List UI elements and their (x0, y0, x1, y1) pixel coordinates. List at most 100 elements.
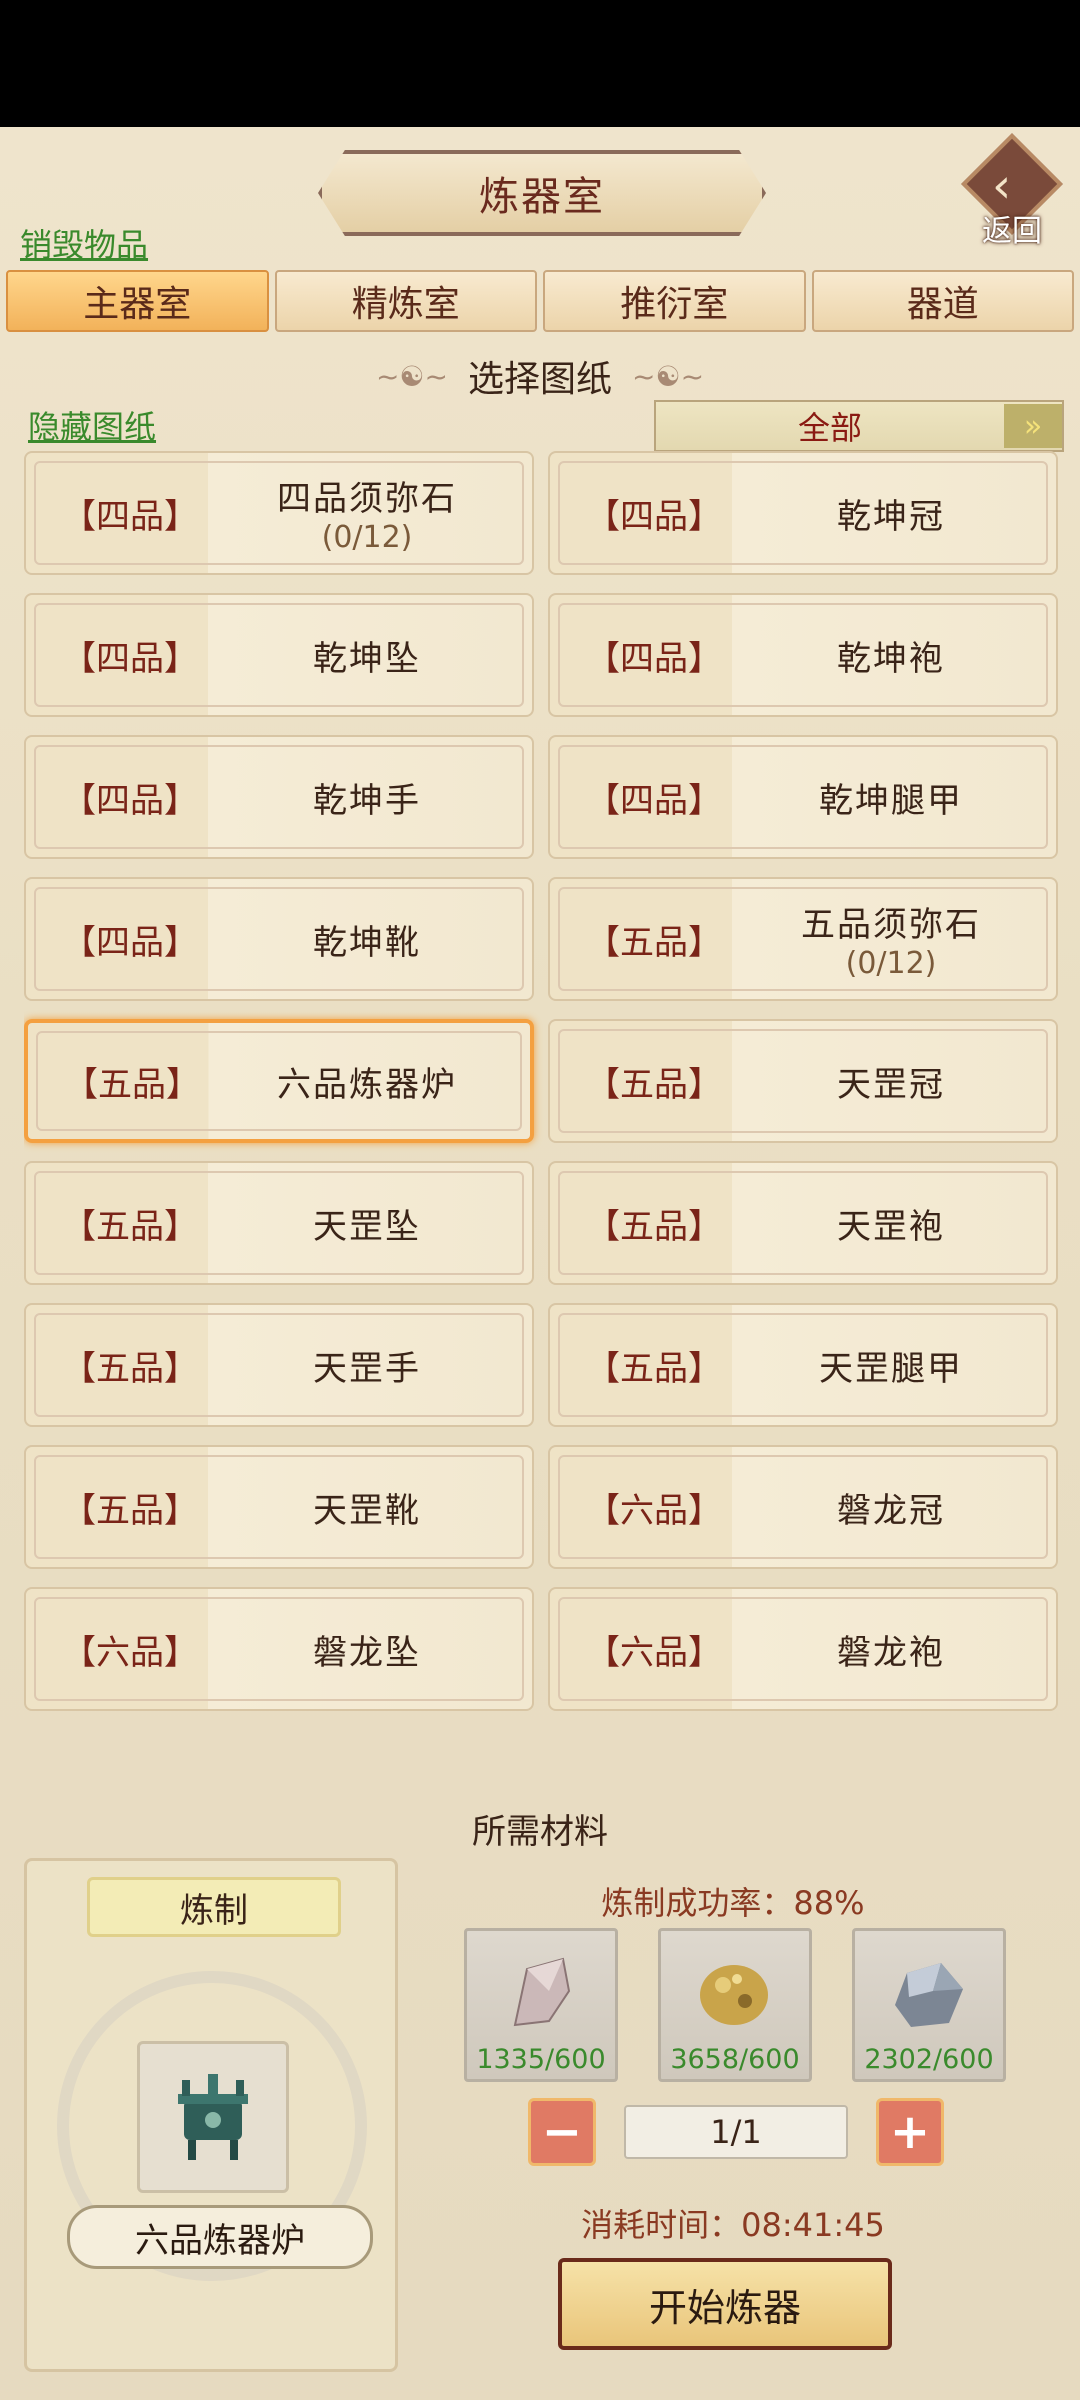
blueprint-name-block: 天罡腿甲 (736, 1305, 1046, 1425)
blueprint-name: 五品须弥石 (801, 905, 981, 945)
blueprint-grade: 【四品】 (62, 780, 198, 821)
cauldron-icon (178, 2074, 248, 2160)
blueprint-name-block: 磐龙冠 (736, 1447, 1046, 1567)
start-refining-button[interactable]: 开始炼器 (558, 2258, 892, 2350)
blueprint-grade: 【五品】 (586, 1064, 722, 1105)
pink-crystal-icon (513, 1957, 571, 2027)
blueprint-card[interactable]: 【五品】 天罡袍 (548, 1161, 1058, 1285)
blueprint-grid[interactable]: 【四品】 四品须弥石 (0/12) 【四品】 乾坤冠 【四品】 乾坤坠 【四品】 乾坤袍 【四品】… (24, 451, 1060, 1771)
blueprint-name: 天罡坠 (313, 1206, 421, 1247)
blueprint-grade: 【五品】 (586, 1206, 722, 1247)
blueprint-name: 磐龙坠 (313, 1632, 421, 1673)
blueprint-section-header: ~☯~ 选择图纸 ~☯~ (0, 348, 1080, 404)
craft-control-panel: 炼制成功率：88% 1335/600 3658/600 2302/600 − 1… (408, 1858, 1058, 2372)
blueprint-grade: 【六品】 (586, 1490, 722, 1531)
decrease-button[interactable]: − (528, 2098, 596, 2166)
blueprint-grade: 【四品】 (62, 496, 198, 537)
quantity-value: 1/1 (624, 2105, 848, 2159)
blueprint-card[interactable]: 【六品】 磐龙袍 (548, 1587, 1058, 1711)
blueprint-name: 乾坤腿甲 (819, 780, 963, 821)
tab-artifact-dao[interactable]: 器道 (811, 270, 1074, 332)
blueprint-card[interactable]: 【四品】 乾坤靴 (24, 877, 534, 1001)
blueprint-card[interactable]: 【五品】 六品炼器炉 (24, 1019, 534, 1143)
blueprint-card[interactable]: 【六品】 磐龙坠 (24, 1587, 534, 1711)
blueprint-name: 天罡袍 (837, 1206, 945, 1247)
blueprint-name: 乾坤袍 (837, 638, 945, 679)
blueprint-name: 天罡腿甲 (819, 1348, 963, 1389)
blueprint-name: 天罡手 (313, 1348, 421, 1389)
blueprint-grade: 【四品】 (586, 638, 722, 679)
blueprint-section-title: 选择图纸 (467, 359, 612, 400)
blueprint-grade: 【五品】 (62, 1490, 198, 1531)
blueprint-name-block: 天罡袍 (736, 1163, 1046, 1283)
material-slot[interactable]: 3658/600 (658, 1928, 812, 2082)
material-slot[interactable]: 2302/600 (852, 1928, 1006, 2082)
blueprint-card[interactable]: 【四品】 乾坤袍 (548, 593, 1058, 717)
destroy-items-link[interactable]: 销毁物品 (20, 220, 148, 266)
blueprint-grade: 【五品】 (64, 1064, 200, 1105)
blueprint-name-block: 磐龙袍 (736, 1589, 1046, 1709)
blueprint-name: 磐龙冠 (837, 1490, 945, 1531)
blueprint-grade: 【五品】 (586, 922, 722, 963)
tab-bar: 主器室 精炼室 推衍室 器道 (6, 270, 1074, 332)
material-qty: 2302/600 (864, 2044, 994, 2075)
blueprint-name-block: 乾坤手 (212, 737, 522, 857)
blueprint-card[interactable]: 【四品】 四品须弥石 (0/12) (24, 451, 534, 575)
blueprint-grade: 【五品】 (62, 1206, 198, 1247)
blueprint-card[interactable]: 【四品】 乾坤坠 (24, 593, 534, 717)
blueprint-name-block: 天罡靴 (212, 1447, 522, 1567)
craft-time: 消耗时间：08:41:45 (581, 2206, 885, 2244)
blueprint-name: 天罡靴 (313, 1490, 421, 1531)
materials-section-header: 所需材料 (0, 1800, 1080, 1856)
yin-yang-icon: ~☯~ (375, 359, 448, 393)
blueprint-name: 乾坤坠 (313, 638, 421, 679)
blueprint-grade: 【四品】 (586, 496, 722, 537)
blueprint-card[interactable]: 【五品】 天罡手 (24, 1303, 534, 1427)
blueprint-card[interactable]: 【五品】 天罡冠 (548, 1019, 1058, 1143)
hide-blueprints-link[interactable]: 隐藏图纸 (28, 402, 156, 448)
blueprint-card[interactable]: 【四品】 乾坤手 (24, 735, 534, 859)
blueprint-card[interactable]: 【六品】 磐龙冠 (548, 1445, 1058, 1569)
gold-ore-icon (700, 1965, 768, 2025)
tab-derive-room[interactable]: 推衍室 (543, 270, 806, 332)
quantity-stepper: − 1/1 + (528, 2098, 944, 2166)
blueprint-card[interactable]: 【四品】 乾坤腿甲 (548, 735, 1058, 859)
material-slot[interactable]: 1335/600 (464, 1928, 618, 2082)
blueprint-name-block: 天罡冠 (736, 1021, 1046, 1141)
blueprint-grade: 【五品】 (62, 1348, 198, 1389)
tab-main-room[interactable]: 主器室 (6, 270, 269, 332)
material-qty: 1335/600 (476, 2044, 606, 2075)
title-plaque: 炼器室 (318, 150, 766, 236)
materials-section-title: 所需材料 (472, 1811, 608, 1852)
blueprint-name-block: 磐龙坠 (212, 1589, 522, 1709)
increase-button[interactable]: + (876, 2098, 944, 2166)
craft-target-panel: 炼制 六品炼器炉 (24, 1858, 398, 2372)
blueprint-name-block: 乾坤腿甲 (736, 737, 1046, 857)
blueprint-name-block: 天罡坠 (212, 1163, 522, 1283)
blueprint-count: (0/12) (321, 520, 413, 555)
blueprint-name-block: 乾坤冠 (736, 453, 1046, 573)
back-button[interactable]: ‹ 返回 (961, 133, 1063, 250)
blueprint-card[interactable]: 【五品】 天罡腿甲 (548, 1303, 1058, 1427)
blueprint-card[interactable]: 【五品】 天罡坠 (24, 1161, 534, 1285)
crafted-item-slot[interactable] (137, 2041, 289, 2193)
blueprint-name: 六品炼器炉 (277, 1064, 457, 1105)
blueprint-name: 乾坤手 (313, 780, 421, 821)
back-label: 返回 (982, 214, 1042, 249)
blueprint-name: 乾坤靴 (313, 922, 421, 963)
success-rate: 炼制成功率：88% (601, 1884, 865, 1922)
blueprint-grade: 【五品】 (586, 1348, 722, 1389)
filter-value: 全部 (797, 409, 862, 447)
tab-refine-room[interactable]: 精炼室 (274, 270, 537, 332)
blueprint-name-block: 天罡手 (212, 1305, 522, 1425)
material-qty: 3658/600 (670, 2044, 800, 2075)
blueprint-card[interactable]: 【五品】 五品须弥石 (0/12) (548, 877, 1058, 1001)
grade-filter-dropdown[interactable]: 全部 » (654, 400, 1064, 452)
blueprint-card[interactable]: 【五品】 天罡靴 (24, 1445, 534, 1569)
chevron-down-icon: » (1004, 404, 1062, 448)
blueprint-name-block: 乾坤坠 (212, 595, 522, 715)
blueprint-grade: 【四品】 (586, 780, 722, 821)
blueprint-card[interactable]: 【四品】 乾坤冠 (548, 451, 1058, 575)
blueprint-grade: 【六品】 (62, 1632, 198, 1673)
crafted-item-name: 六品炼器炉 (67, 2205, 373, 2269)
